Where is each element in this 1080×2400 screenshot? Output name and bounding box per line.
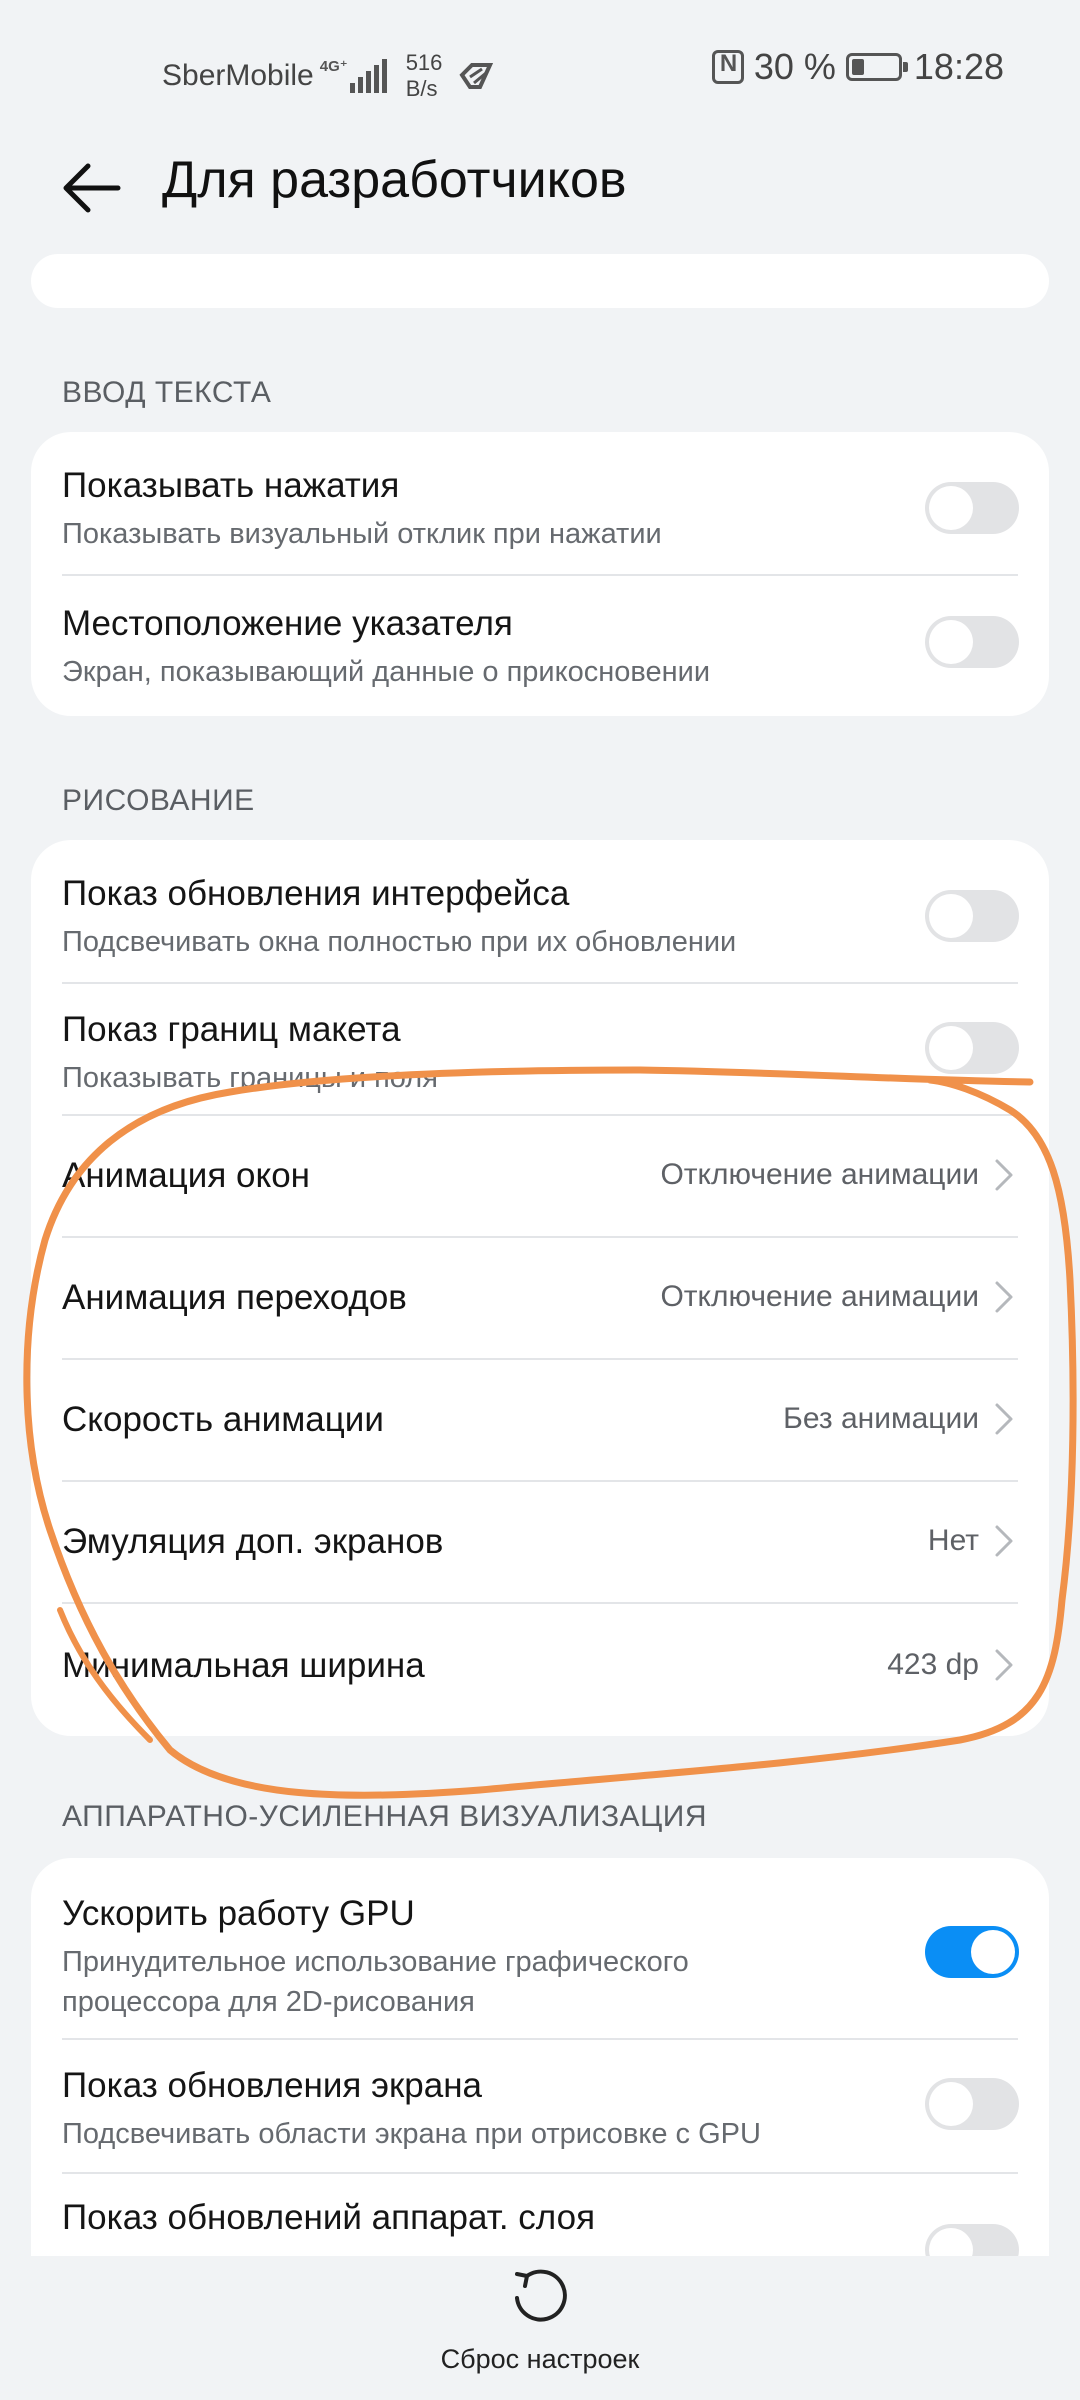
back-arrow-icon[interactable] xyxy=(56,156,128,220)
previous-section-card xyxy=(31,254,1049,308)
battery-percent: 30 % xyxy=(753,46,836,87)
toggle-knob xyxy=(929,2228,973,2258)
setting-title: Показ обновлений аппарат. слоя xyxy=(62,2198,596,2237)
hw-card: Ускорить работу GPU Принудительное испол… xyxy=(31,1858,1049,2258)
toggle-knob xyxy=(929,486,973,530)
toggle-show-layout-bounds[interactable] xyxy=(925,1022,1019,1074)
reset-button[interactable]: Сброс настроек xyxy=(420,2256,660,2396)
setting-subtitle: процессора для 2D-рисования xyxy=(62,1986,475,2018)
battery-icon xyxy=(845,53,908,81)
setting-title: Минимальная ширина xyxy=(62,1646,425,1685)
toggle-hw-layer-updates[interactable] xyxy=(925,2224,1019,2258)
setting-title: Ускорить работу GPU xyxy=(62,1894,415,1933)
speed-value: 516 xyxy=(405,50,443,75)
setting-title: Показ обновления экрана xyxy=(62,2066,482,2105)
network-type: 4G⁺ xyxy=(319,58,348,75)
setting-title: Эмуляция доп. экранов xyxy=(62,1522,444,1561)
setting-hw-layer-updates[interactable]: Показ обновлений аппарат. слоя xyxy=(31,2172,1049,2258)
reset-label: Сброс настроек xyxy=(440,2344,640,2374)
setting-title: Местоположение указателя xyxy=(62,604,513,643)
setting-value: Без анимации xyxy=(783,1402,979,1435)
setting-animation-speed[interactable]: Скорость анимации Без анимации xyxy=(31,1358,1049,1480)
status-bar: SberMobile 4G⁺ 516 B/s 30 % 18:28 xyxy=(0,0,1080,130)
toggle-show-taps[interactable] xyxy=(925,482,1019,534)
network-speed: 516 B/s xyxy=(406,50,443,102)
setting-title: Анимация переходов xyxy=(62,1278,407,1317)
setting-value: Нет xyxy=(927,1524,979,1557)
setting-title: Показывать нажатия xyxy=(62,466,400,505)
speed-unit: B/s xyxy=(405,76,438,101)
setting-secondary-displays[interactable]: Эмуляция доп. экранов Нет xyxy=(31,1480,1049,1602)
status-left: SberMobile 4G⁺ 516 B/s xyxy=(162,50,496,102)
setting-subtitle: Подсвечивать окна полностью при их обнов… xyxy=(62,926,737,958)
section-title-drawing: РИСОВАНИЕ xyxy=(62,784,255,817)
setting-value: 423 dp xyxy=(887,1648,979,1681)
bottom-bar: Сброс настроек xyxy=(0,2256,1080,2400)
setting-subtitle: Подсвечивать области экрана при отрисовк… xyxy=(62,2118,761,2150)
setting-show-layout-bounds[interactable]: Показ границ макета Показывать границы и… xyxy=(31,982,1049,1114)
setting-show-taps[interactable]: Показывать нажатия Показывать визуальный… xyxy=(31,432,1049,574)
section-title-input: ВВОД ТЕКСТА xyxy=(62,376,272,409)
input-card: Показывать нажатия Показывать визуальный… xyxy=(31,432,1049,716)
setting-subtitle: Экран, показывающий данные о прикосновен… xyxy=(62,656,711,688)
toggle-knob xyxy=(929,2082,973,2126)
setting-subtitle: Показывать визуальный отклик при нажатии xyxy=(62,518,662,550)
setting-minimum-width[interactable]: Минимальная ширина 423 dp xyxy=(31,1602,1049,1736)
chevron-right-icon xyxy=(995,1403,1013,1435)
toggle-force-gpu[interactable] xyxy=(925,1926,1019,1978)
setting-title: Скорость анимации xyxy=(62,1400,384,1439)
setting-window-animation[interactable]: Анимация окон Отключение анимации xyxy=(31,1114,1049,1236)
toggle-knob xyxy=(971,1930,1015,1974)
section-title-hw: АППАРАТНО-УСИЛЕННАЯ ВИЗУАЛИЗАЦИЯ xyxy=(62,1800,707,1833)
setting-subtitle: Принудительное использование графическог… xyxy=(62,1946,689,1978)
setting-transition-animation[interactable]: Анимация переходов Отключение анимации xyxy=(31,1236,1049,1358)
reset-icon xyxy=(515,2269,567,2322)
toggle-knob xyxy=(929,620,973,664)
clock: 18:28 xyxy=(913,46,1004,87)
setting-pointer-location[interactable]: Местоположение указателя Экран, показыва… xyxy=(31,574,1049,716)
setting-force-gpu[interactable]: Ускорить работу GPU Принудительное испол… xyxy=(31,1858,1049,2038)
setting-title: Показ границ макета xyxy=(62,1010,401,1049)
setting-title: Показ обновления интерфейса xyxy=(62,874,570,913)
status-right: 30 % 18:28 xyxy=(711,46,1004,88)
carrier-name: SberMobile xyxy=(162,59,314,92)
toggle-show-surface-updates[interactable] xyxy=(925,890,1019,942)
nfc-icon xyxy=(711,50,744,84)
toggle-show-gpu-updates[interactable] xyxy=(925,2078,1019,2130)
toggle-knob xyxy=(929,894,973,938)
setting-value: Отключение анимации xyxy=(660,1158,979,1191)
chevron-right-icon xyxy=(995,1525,1013,1557)
app-header: Для разработчиков xyxy=(0,140,1080,236)
toggle-pointer-location[interactable] xyxy=(925,616,1019,668)
chevron-right-icon xyxy=(995,1649,1013,1681)
signal-icon xyxy=(349,59,390,93)
setting-value: Отключение анимации xyxy=(660,1280,979,1313)
drawing-card: Показ обновления интерфейса Подсвечивать… xyxy=(31,840,1049,1736)
toggle-knob xyxy=(929,1026,973,1070)
chevron-right-icon xyxy=(995,1281,1013,1313)
setting-subtitle: Показывать границы и поля xyxy=(62,1062,438,1094)
setting-title: Анимация окон xyxy=(62,1156,310,1195)
setting-show-surface-updates[interactable]: Показ обновления интерфейса Подсвечивать… xyxy=(31,840,1049,982)
page-title: Для разработчиков xyxy=(162,151,627,209)
data-saver-icon xyxy=(459,63,494,89)
chevron-right-icon xyxy=(995,1159,1013,1191)
setting-show-gpu-updates[interactable]: Показ обновления экрана Подсвечивать обл… xyxy=(31,2038,1049,2172)
